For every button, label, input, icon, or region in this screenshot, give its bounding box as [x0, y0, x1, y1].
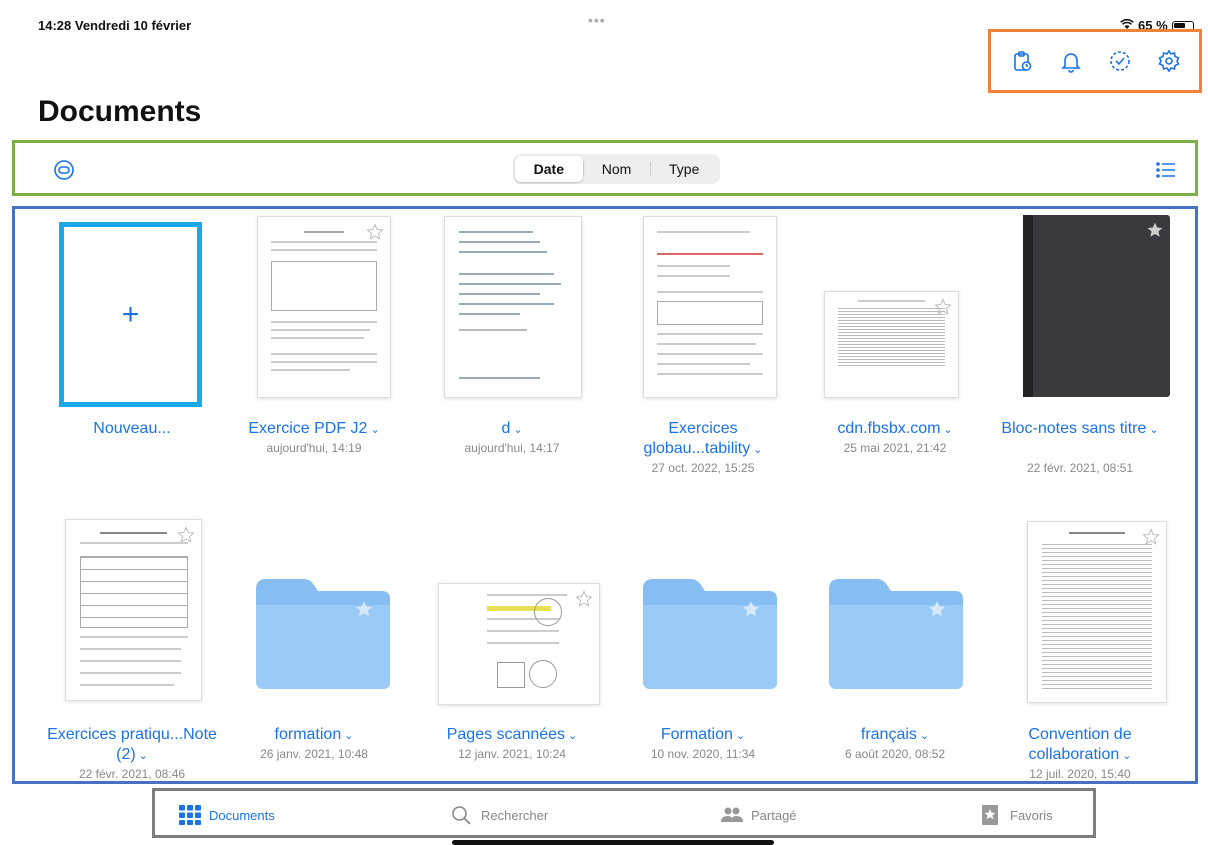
- document-thumbnail[interactable]: [643, 216, 777, 398]
- sort-toolbar: Date Nom Type: [12, 140, 1198, 196]
- gear-icon[interactable]: [1156, 48, 1182, 74]
- sort-option-type[interactable]: Type: [650, 156, 718, 182]
- tab-label: Rechercher: [481, 807, 549, 823]
- item-date: 27 oct. 2022, 15:25: [651, 461, 755, 475]
- chevron-down-icon[interactable]: ⌄: [370, 424, 379, 436]
- document-thumbnail[interactable]: [1027, 521, 1167, 703]
- chevron-down-icon[interactable]: ⌄: [513, 424, 522, 436]
- chevron-down-icon[interactable]: ⌄: [1149, 424, 1158, 436]
- tab-label: Favoris: [1010, 807, 1053, 823]
- item-title: Bloc-notes sans titre ⌄: [1001, 420, 1159, 437]
- top-actions: [988, 29, 1202, 93]
- item-title: d ⌄: [501, 420, 523, 437]
- sort-option-date[interactable]: Date: [515, 156, 583, 182]
- chevron-down-icon[interactable]: ⌄: [1122, 750, 1131, 762]
- chevron-down-icon[interactable]: ⌄: [920, 730, 929, 742]
- tab-documents[interactable]: Documents: [179, 805, 275, 825]
- document-thumbnail[interactable]: [257, 216, 391, 398]
- folder-icon[interactable]: [639, 575, 781, 693]
- item-title: Convention de collaboration ⌄: [1028, 726, 1132, 763]
- item-title: français ⌄: [860, 726, 930, 743]
- document-thumbnail[interactable]: [824, 291, 959, 398]
- status-time-date: 14:28 Vendredi 10 février: [38, 18, 192, 33]
- chevron-down-icon[interactable]: ⌄: [943, 424, 952, 436]
- notebook-cover-thumbnail[interactable]: [1023, 215, 1170, 397]
- item-title: Exercices globau...tability ⌄: [643, 420, 763, 457]
- document-thumbnail[interactable]: [438, 583, 600, 705]
- favorite-star-icon[interactable]: [366, 223, 384, 241]
- favorite-star-icon[interactable]: [177, 526, 195, 544]
- clipboard-clock-icon[interactable]: [1009, 48, 1035, 74]
- documents-grid: + Nouveau... Exercice PDF J2 ⌄ aujourd'hu…: [12, 206, 1198, 784]
- document-thumbnail[interactable]: [444, 216, 582, 398]
- sort-option-nom[interactable]: Nom: [582, 156, 651, 182]
- favorite-star-icon[interactable]: [1142, 528, 1160, 546]
- search-icon: [452, 806, 471, 825]
- item-date: 6 août 2020, 08:52: [844, 747, 946, 761]
- item-date: aujourd'hui, 14:17: [464, 441, 560, 455]
- item-title: Nouveau...: [93, 420, 171, 437]
- item-title: Exercices pratiqu...Note (2) ⌄: [47, 726, 217, 763]
- item-title: Formation ⌄: [660, 726, 746, 743]
- chevron-down-icon[interactable]: ⌄: [736, 730, 745, 742]
- tab-partage[interactable]: Partagé: [721, 805, 797, 825]
- favorite-star-icon[interactable]: [1146, 221, 1164, 239]
- select-mode-icon[interactable]: [53, 159, 75, 181]
- multitasking-dots[interactable]: •••: [588, 12, 606, 28]
- sort-segmented-control: Date Nom Type: [513, 154, 720, 184]
- chevron-down-icon[interactable]: ⌄: [344, 730, 353, 742]
- item-date: 10 nov. 2020, 11:34: [650, 747, 756, 761]
- bottom-tab-bar: Documents Rechercher Partagé Favoris: [152, 788, 1096, 838]
- grid-icon: [179, 805, 201, 825]
- folder-icon[interactable]: [252, 575, 394, 693]
- tab-label: Partagé: [751, 807, 797, 823]
- people-icon: [721, 807, 743, 822]
- tab-rechercher[interactable]: Rechercher: [451, 805, 548, 825]
- star-icon: [982, 805, 998, 825]
- item-title: Pages scannées ⌄: [446, 726, 578, 743]
- item-date: 12 juil. 2020, 15:40: [1029, 767, 1131, 781]
- plus-icon: +: [121, 297, 140, 331]
- check-circle-icon[interactable]: [1107, 48, 1133, 74]
- item-date: 22 févr. 2021, 08:46: [78, 767, 186, 781]
- item-date: 26 janv. 2021, 10:48: [260, 747, 368, 761]
- home-indicator[interactable]: [452, 840, 774, 845]
- tab-label: Documents: [209, 807, 275, 823]
- tab-favoris[interactable]: Favoris: [980, 805, 1053, 825]
- item-date: 22 févr. 2021, 08:51: [1026, 461, 1134, 475]
- favorite-star-icon[interactable]: [934, 298, 952, 316]
- item-title: cdn.fbsbx.com ⌄: [837, 420, 953, 437]
- chevron-down-icon[interactable]: ⌄: [139, 750, 148, 762]
- folder-icon[interactable]: [825, 575, 967, 693]
- item-date: aujourd'hui, 14:19: [266, 441, 362, 455]
- new-document-button[interactable]: +: [59, 222, 202, 407]
- item-title: Exercice PDF J2 ⌄: [248, 420, 380, 437]
- document-thumbnail[interactable]: [65, 519, 202, 701]
- chevron-down-icon[interactable]: ⌄: [568, 730, 577, 742]
- favorite-star-icon[interactable]: [575, 590, 593, 608]
- item-date: 25 mai 2021, 21:42: [843, 441, 947, 455]
- bell-icon[interactable]: [1058, 48, 1084, 74]
- page-title: Documents: [38, 95, 202, 128]
- chevron-down-icon[interactable]: ⌄: [753, 444, 762, 456]
- item-title: formation ⌄: [274, 726, 354, 743]
- list-view-icon[interactable]: [1155, 159, 1177, 181]
- item-date: 12 janv. 2021, 10:24: [458, 747, 566, 761]
